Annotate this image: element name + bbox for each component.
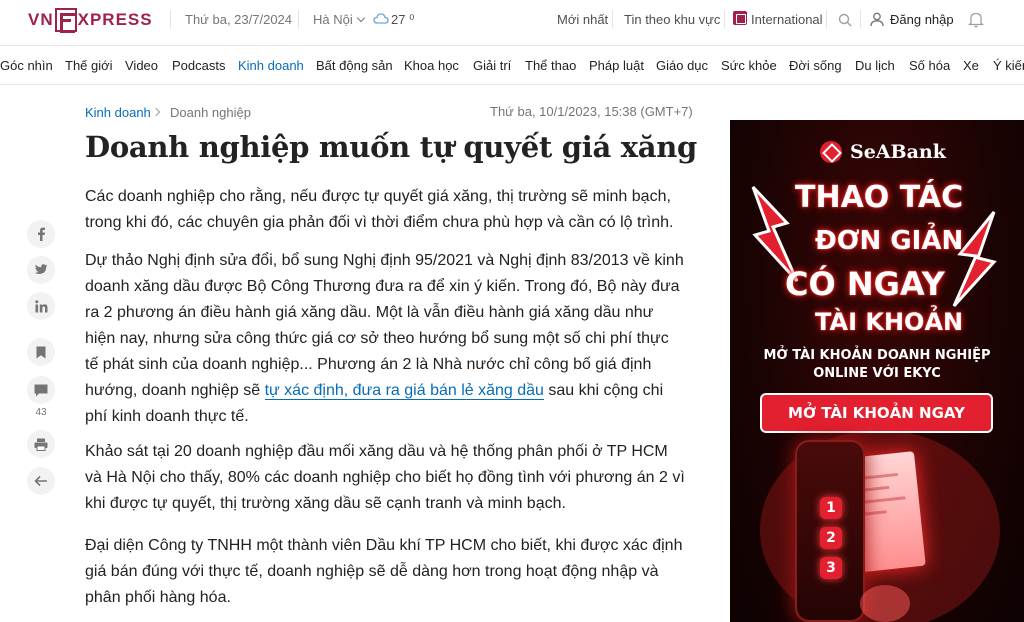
ad-subheadline: MỞ TÀI KHOẢN DOANH NGHIỆP (763, 348, 991, 363)
nav-item-so-hoa[interactable]: Số hóa (909, 58, 950, 73)
ad-step-number: 1 (820, 497, 842, 519)
search-icon[interactable] (838, 13, 852, 27)
article-lead: Các doanh nghiệp cho rằng, nếu được tự q… (85, 188, 674, 231)
divider (612, 10, 613, 28)
bell-icon[interactable] (968, 11, 984, 28)
nav-item-doi-song[interactable]: Đời sống (789, 58, 842, 73)
nav-item-khoa-hoc[interactable]: Khoa học (404, 58, 459, 73)
ad-step-number: 3 (820, 557, 842, 579)
twitter-icon (34, 264, 48, 274)
international-icon (733, 11, 747, 25)
nav-item-giao-duc[interactable]: Giáo dục (656, 58, 708, 73)
nav-item-bat-dong-san[interactable]: Bất động sản (316, 58, 393, 73)
seabank-logo-icon (820, 141, 842, 163)
comment-button[interactable] (27, 376, 55, 404)
paragraph-text: Dự thảo Nghị định sửa đổi, bổ sung Nghị … (85, 252, 684, 399)
ad-subheadline: ONLINE VỚI EKYC (813, 366, 941, 381)
print-icon (34, 438, 48, 451)
ad-headline: TÀI KHOẢN (815, 308, 964, 336)
inline-article-link[interactable]: tự xác định, đưa ra giá bán lẻ xăng dầu (264, 382, 544, 400)
ad-shield-illustration (860, 585, 910, 622)
facebook-icon (38, 227, 45, 241)
location-select[interactable]: Hà Nội (313, 12, 365, 27)
local-news-link[interactable]: Tin theo khu vực (624, 12, 720, 27)
login-link[interactable]: Đăng nhập (890, 12, 954, 27)
nav-item-giai-tri[interactable]: Giải trí (473, 58, 511, 73)
top-header: VN XPRESS Thứ ba, 23/7/2024 Hà Nội 27 ⁰ … (0, 0, 1024, 40)
nav-item-suc-khoe[interactable]: Sức khỏe (721, 58, 777, 73)
divider (826, 10, 827, 28)
divider (170, 10, 171, 28)
nav-item-the-gioi[interactable]: Thế giới (65, 58, 113, 73)
publish-date: Thứ ba, 10/1/2023, 15:38 (GMT+7) (490, 104, 693, 119)
lightning-icon (952, 211, 997, 308)
save-bookmark-button[interactable] (27, 338, 55, 366)
ad-step-number: 2 (820, 527, 842, 549)
back-icon (34, 475, 47, 487)
logo-e-mark (54, 8, 77, 33)
main-nav: Góc nhìn Thế giới Video Podcasts Kinh do… (0, 45, 1024, 85)
article-paragraph: Đại diện Công ty TNHH một thành viên Dầu… (85, 537, 683, 606)
nav-item-du-lich[interactable]: Du lịch (855, 58, 895, 73)
nav-item-y-kien[interactable]: Ý kiến (993, 58, 1024, 73)
comment-count: 43 (35, 407, 47, 418)
linkedin-icon (34, 299, 47, 312)
nav-item-kinh-doanh[interactable]: Kinh doanh (238, 58, 304, 73)
logo-text-right: XPRESS (77, 10, 153, 29)
share-facebook-button[interactable] (27, 220, 55, 248)
location-label: Hà Nội (313, 12, 353, 27)
divider (860, 10, 861, 28)
cloud-icon (373, 13, 389, 24)
latest-news-link[interactable]: Mới nhất (557, 12, 608, 27)
ad-headline: ĐƠN GIẢN (815, 226, 964, 256)
back-button[interactable] (27, 467, 55, 495)
nav-item-xe[interactable]: Xe (963, 58, 979, 73)
article-title: Doanh nghiệp muốn tự quyết giá xăng (85, 130, 697, 164)
nav-item-goc-nhin[interactable]: Góc nhìn (0, 58, 53, 73)
divider (724, 10, 725, 28)
breadcrumb-subcategory[interactable]: Doanh nghiệp (170, 105, 251, 120)
user-icon (870, 12, 884, 27)
bookmark-icon (36, 346, 46, 358)
chevron-right-icon (151, 107, 161, 117)
nav-item-the-thao[interactable]: Thể thao (525, 58, 576, 73)
current-date: Thứ ba, 23/7/2024 (185, 12, 293, 27)
international-link[interactable]: International (751, 12, 823, 27)
ad-headline: THAO TÁC (795, 180, 964, 215)
open-account-button[interactable]: MỞ TÀI KHOẢN NGAY (760, 393, 993, 433)
nav-item-video[interactable]: Video (125, 58, 158, 73)
ad-brand: SeABank (850, 141, 946, 163)
share-linkedin-button[interactable] (27, 292, 55, 320)
nav-item-podcasts[interactable]: Podcasts (172, 58, 225, 73)
print-button[interactable] (27, 430, 55, 458)
ad-headline: CÓ NGAY (785, 265, 945, 303)
comment-icon (34, 384, 48, 396)
breadcrumb-category[interactable]: Kinh doanh (85, 105, 151, 120)
divider (298, 10, 299, 28)
share-twitter-button[interactable] (27, 256, 55, 284)
chevron-down-icon (356, 13, 365, 23)
vnexpress-logo[interactable]: VN XPRESS (28, 7, 153, 33)
temperature: 27 ⁰ (391, 12, 415, 27)
nav-item-phap-luat[interactable]: Pháp luật (589, 58, 644, 73)
article-paragraph: Khảo sát tại 20 doanh nghiệp đầu mối xăn… (85, 443, 685, 512)
logo-text-left: VN (28, 10, 54, 29)
article-paragraph: Dự thảo Nghị định sửa đổi, bổ sung Nghị … (85, 248, 685, 430)
